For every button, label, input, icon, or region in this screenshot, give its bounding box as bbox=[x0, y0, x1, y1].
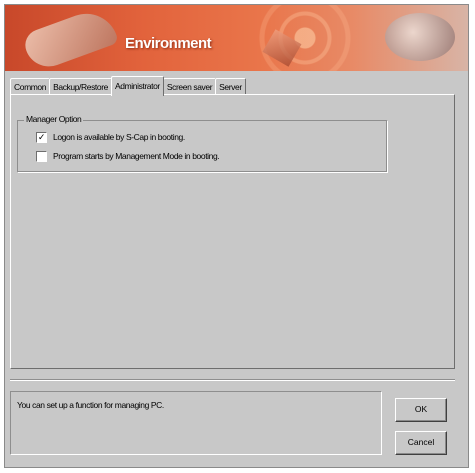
dialog-title: Environment bbox=[125, 35, 212, 52]
tab-common[interactable]: Common bbox=[10, 78, 51, 95]
ok-button[interactable]: OK bbox=[395, 398, 447, 422]
group-legend: Manager Option bbox=[24, 114, 84, 124]
checkmark-icon: ✓ bbox=[37, 131, 46, 142]
description-box: You can set up a function for managing P… bbox=[10, 391, 382, 455]
option-logon-scap[interactable]: ✓ Logon is available by S-Cap in booting… bbox=[36, 131, 185, 143]
tab-strip: Common Backup/Restore Administrator Scre… bbox=[10, 75, 246, 96]
tab-server[interactable]: Server bbox=[215, 78, 246, 95]
divider bbox=[10, 379, 455, 381]
logon-scap-checkbox[interactable]: ✓ bbox=[36, 131, 47, 143]
option-label: Logon is available by S-Cap in booting. bbox=[53, 132, 185, 142]
banner-decoration bbox=[262, 29, 302, 67]
tab-administrator[interactable]: Administrator bbox=[110, 76, 164, 96]
option-management-mode[interactable]: Program starts by Management Mode in boo… bbox=[36, 150, 220, 162]
option-label: Program starts by Management Mode in boo… bbox=[53, 151, 220, 161]
banner-decoration bbox=[385, 13, 455, 61]
banner-decoration bbox=[20, 5, 120, 71]
description-text: You can set up a function for managing P… bbox=[17, 400, 164, 410]
tab-backup-restore[interactable]: Backup/Restore bbox=[49, 78, 112, 95]
management-mode-checkbox[interactable] bbox=[36, 150, 47, 162]
header-banner: Environment bbox=[5, 5, 468, 71]
tab-screen-saver[interactable]: Screen saver bbox=[162, 78, 217, 95]
cancel-button[interactable]: Cancel bbox=[395, 431, 447, 455]
manager-option-group: Manager Option bbox=[17, 114, 387, 172]
